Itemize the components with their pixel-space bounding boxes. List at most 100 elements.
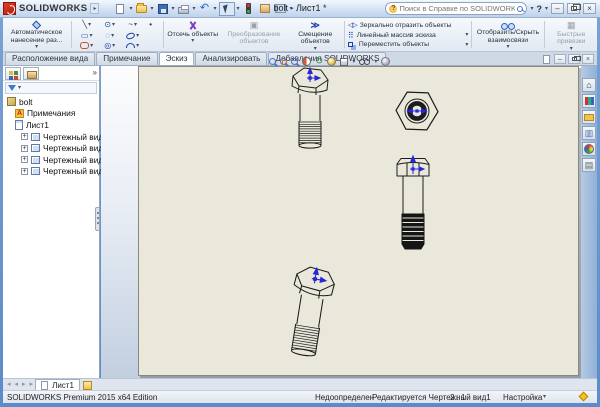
move-entities-button[interactable]: Переместить объекты ▾ <box>348 41 469 48</box>
resources-tab[interactable]: ⌂ <box>582 78 596 92</box>
expand-icon[interactable]: + <box>21 168 28 175</box>
dropdown-arrow-icon[interactable]: ▾ <box>112 22 115 28</box>
dropdown-arrow-icon[interactable]: ▾ <box>35 44 38 50</box>
dropdown-arrow-icon[interactable]: ▾ <box>570 46 573 52</box>
section-view-icon[interactable] <box>302 57 311 66</box>
dropdown-arrow-icon[interactable]: ▾ <box>314 46 317 52</box>
help-search-box[interactable]: ? <box>385 2 527 15</box>
open-button[interactable] <box>134 2 148 15</box>
sheet-nav-first-icon[interactable]: ◂ <box>5 379 13 390</box>
tree-item-sheet1[interactable]: Лист1 <box>3 119 99 131</box>
search-dropdown-icon[interactable]: ▾ <box>530 6 533 12</box>
view-orientation-icon[interactable] <box>327 57 336 66</box>
hide-show-items-icon[interactable] <box>359 59 370 64</box>
previous-view-icon[interactable] <box>291 58 298 65</box>
minimize-button[interactable]: – <box>551 3 564 14</box>
drawing-view2-hex-top[interactable] <box>395 88 439 134</box>
dropdown-arrow-icon[interactable]: ▾ <box>214 6 217 12</box>
file-properties-button[interactable] <box>258 2 272 15</box>
sheet-nav-last-icon[interactable]: ▸ <box>28 379 36 390</box>
appearances-tab[interactable] <box>582 142 596 156</box>
rectangle-tool[interactable]: ▭▾ <box>75 32 98 40</box>
tree-item-bolt[interactable]: bolt <box>3 96 99 108</box>
dropdown-arrow-icon[interactable]: ▾ <box>465 32 468 38</box>
offset-entities-button[interactable]: ≫ Смещение объектов ▾ <box>290 19 341 50</box>
dropdown-arrow-icon[interactable]: ▾ <box>112 43 115 49</box>
tree-item-view4[interactable]: + Чертежный вид4 <box>3 166 99 178</box>
drawing-view4-bolt-isometric[interactable] <box>273 263 355 369</box>
doc-close-button[interactable]: × <box>582 54 594 64</box>
circle2-tool[interactable]: ◎▾ <box>98 42 121 50</box>
circle-tool[interactable]: ⊙▾ <box>98 21 121 29</box>
zoom-to-fit-icon[interactable] <box>269 58 276 65</box>
tree-item-annotations[interactable]: A Примечания <box>3 108 99 120</box>
dropdown-arrow-icon[interactable]: ▾ <box>89 33 92 39</box>
tab-sketch[interactable]: Эскиз <box>159 52 195 65</box>
collapse-panel-icon[interactable]: » <box>93 69 97 77</box>
graphics-area[interactable] <box>101 66 581 378</box>
dropdown-arrow-icon[interactable]: ▾ <box>136 33 139 39</box>
restore-button[interactable] <box>567 3 580 14</box>
view-palette-tab[interactable]: ▥ <box>582 126 596 140</box>
featuremanager-tab[interactable] <box>5 67 21 80</box>
customize-button[interactable]: Настройка <box>503 393 542 402</box>
mirror-entities-button[interactable]: ◁▷ Зеркально отразить объекты <box>348 21 469 29</box>
add-sheet-button[interactable] <box>83 381 92 390</box>
quick-tips-icon[interactable] <box>579 392 589 402</box>
dropdown-arrow-icon[interactable]: ▾ <box>374 59 377 65</box>
expand-icon[interactable]: + <box>21 156 28 163</box>
tree-filter[interactable]: ▾ <box>5 82 97 94</box>
sheet-tab-sheet1[interactable]: Лист1 <box>35 379 80 390</box>
expand-icon[interactable]: + <box>21 145 28 152</box>
drawing-sheet[interactable] <box>138 66 579 376</box>
help-button[interactable]: ? <box>536 4 542 14</box>
close-button[interactable]: × <box>583 3 596 14</box>
tree-item-view1[interactable]: + Чертежный вид1 <box>3 131 99 143</box>
dropdown-arrow-icon[interactable]: ▾ <box>134 22 137 28</box>
display-relations-button[interactable]: Отобразить/Скрыть взаимосвязи ▾ <box>475 19 540 50</box>
rebuild-button[interactable] <box>242 2 256 15</box>
arc-tool[interactable]: ▾ <box>121 43 144 49</box>
edit-appearance-icon[interactable] <box>381 57 390 66</box>
zoom-to-area-icon[interactable] <box>280 58 287 65</box>
print-button[interactable] <box>177 2 191 15</box>
rotate-view-icon[interactable]: ↻ <box>315 57 323 67</box>
dropdown-arrow-icon[interactable]: ▾ <box>465 42 468 48</box>
dropdown-arrow-icon[interactable]: ▾ <box>111 33 114 39</box>
doc-minimize-button[interactable]: – <box>554 54 566 64</box>
design-library-tab[interactable] <box>582 94 596 108</box>
help-search-input[interactable] <box>399 4 515 13</box>
dropdown-arrow-icon[interactable]: ▾ <box>129 6 132 12</box>
display-style-icon[interactable] <box>340 58 348 66</box>
smart-dimension-button[interactable]: Автоматическое нанесение раз... ▾ <box>5 19 68 50</box>
tab-view-layout[interactable]: Расположение вида <box>5 52 95 65</box>
perimeter-circle-tool[interactable]: ◌▾ <box>98 32 121 40</box>
trim-entities-button[interactable]: Отсечь объекты ▾ <box>167 19 218 50</box>
dropdown-arrow-icon[interactable]: ▾ <box>543 394 546 400</box>
point-tool[interactable]: • <box>144 21 157 29</box>
select-tool-button[interactable] <box>219 2 235 16</box>
slot-tool[interactable]: ▾ <box>75 42 98 49</box>
file-explorer-tab[interactable] <box>582 110 596 124</box>
tab-annotation[interactable]: Примечание <box>96 52 157 65</box>
tab-evaluate[interactable]: Анализировать <box>195 52 267 65</box>
sheet-nav-prev-icon[interactable]: ◂ <box>13 379 21 390</box>
dropdown-arrow-icon[interactable]: ▾ <box>237 6 240 12</box>
dropdown-arrow-icon[interactable]: ▾ <box>150 6 153 12</box>
drawing-view3-bolt-front[interactable] <box>394 153 434 255</box>
drawing-view1-bolt-isometric[interactable] <box>287 66 333 153</box>
save-button[interactable] <box>156 2 170 15</box>
line-tool[interactable]: ╲▾ <box>75 21 98 29</box>
help-dropdown-icon[interactable]: ▾ <box>545 6 548 12</box>
panel-splitter-handle[interactable] <box>95 207 100 231</box>
custom-properties-tab[interactable]: ▤ <box>582 158 596 172</box>
dropdown-arrow-icon[interactable]: ▾ <box>90 43 93 49</box>
linear-sketch-pattern-button[interactable]: ⠿ Линейный массив эскиза ▾ <box>348 31 469 40</box>
dropdown-arrow-icon[interactable]: ▾ <box>18 85 21 91</box>
dropdown-arrow-icon[interactable]: ▾ <box>172 6 175 12</box>
doc-restore-button[interactable] <box>568 54 580 64</box>
spline-tool[interactable]: ~▾ <box>121 21 144 29</box>
expand-icon[interactable]: + <box>21 133 28 140</box>
dropdown-arrow-icon[interactable]: ▾ <box>136 43 139 49</box>
dropdown-arrow-icon[interactable]: ▾ <box>193 6 196 12</box>
